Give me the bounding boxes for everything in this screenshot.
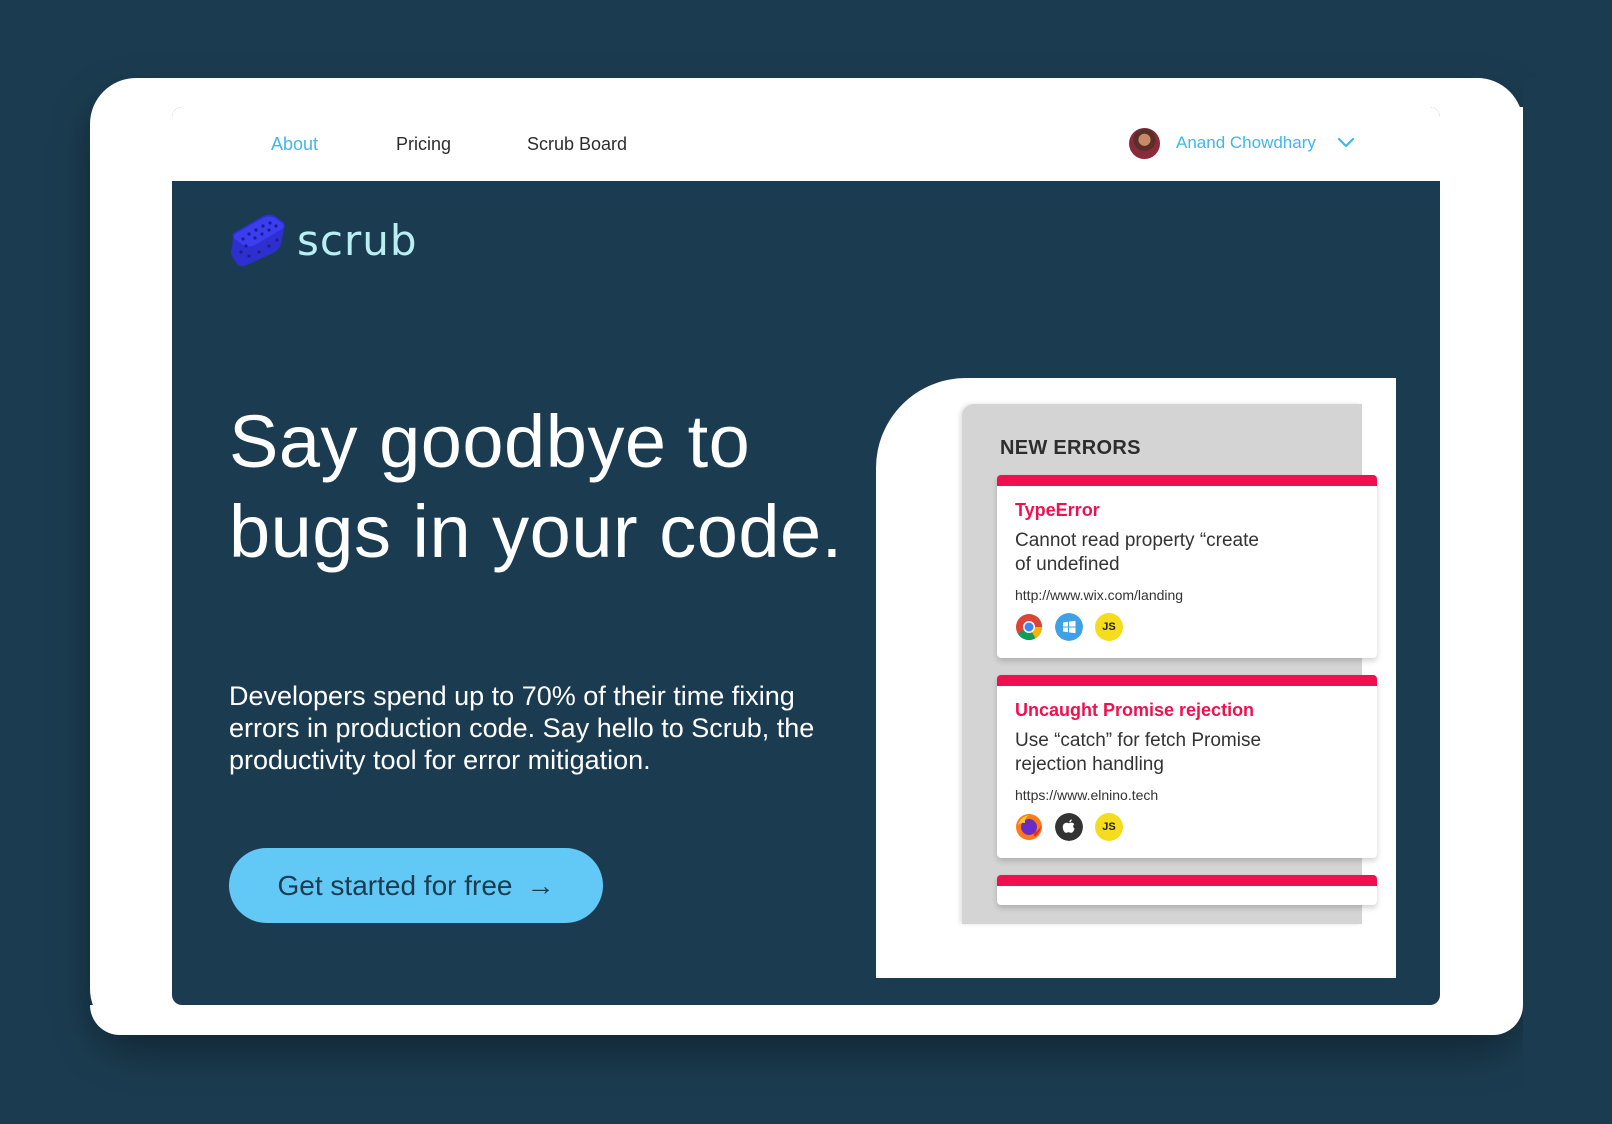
error-message-line-1: Cannot read property “create <box>1015 530 1259 551</box>
arrow-right-icon: → <box>526 869 555 901</box>
firefox-icon <box>1016 814 1042 840</box>
error-title: TypeError <box>1015 500 1100 520</box>
outer-background-right <box>1523 78 1612 1124</box>
headline-line-2: bugs in your code. <box>229 490 843 573</box>
error-message-line-2: rejection handling <box>1015 754 1164 775</box>
error-message: Use “catch” for fetch Promise rejection … <box>1015 729 1285 777</box>
cta-label: Get started for free <box>277 869 513 901</box>
error-url: https://www.elnino.tech <box>1015 787 1159 803</box>
top-navbar: About Pricing Scrub Board Anand Chowdhar… <box>172 107 1440 181</box>
avatar <box>1129 127 1160 159</box>
sponge-icon <box>231 214 285 267</box>
chevron-down-icon <box>1337 138 1354 148</box>
error-card[interactable]: TypeError Cannot read property “create o… <box>997 475 1377 658</box>
hero-subtext: Developers spend up to 70% of their time… <box>229 680 889 776</box>
subtext-line-2: errors in production code. Say hello to … <box>229 713 815 743</box>
get-started-button[interactable]: Get started for free → <box>229 848 603 923</box>
user-menu[interactable]: Anand Chowdhary <box>1129 125 1354 161</box>
apple-icon <box>1055 813 1083 841</box>
subtext-line-1: Developers spend up to 70% of their time… <box>229 681 795 711</box>
windows-icon <box>1055 613 1083 641</box>
error-card[interactable] <box>997 875 1377 905</box>
errors-panel-title: NEW ERRORS <box>1000 437 1141 459</box>
headline-line-1: Say goodbye to <box>229 400 751 483</box>
error-url: http://www.wix.com/landing <box>1015 587 1184 603</box>
brand-name: scrub <box>297 215 418 265</box>
error-platform-icons: JS <box>1015 813 1123 841</box>
subtext-line-3: productivity tool for error mitigation. <box>229 745 651 775</box>
error-platform-icons: JS <box>1015 613 1123 641</box>
error-card[interactable]: Uncaught Promise rejection Use “catch” f… <box>997 675 1377 858</box>
nav-link-scrub-board[interactable]: Scrub Board <box>527 134 627 155</box>
chrome-icon <box>1016 614 1043 641</box>
error-message: Cannot read property “create of undefine… <box>1015 529 1285 577</box>
user-name: Anand Chowdhary <box>1176 133 1316 152</box>
device-bezel-bottom-edge <box>90 1005 1523 1035</box>
brand-logo[interactable]: scrub <box>229 212 418 268</box>
error-message-line-1: Use “catch” for fetch Promise <box>1015 730 1262 751</box>
javascript-icon: JS <box>1095 613 1123 641</box>
nav-link-pricing[interactable]: Pricing <box>396 134 451 155</box>
error-title: Uncaught Promise rejection <box>1015 700 1255 720</box>
device-bezel-right-edge <box>1450 78 1523 1035</box>
hero-headline: Say goodbye to bugs in your code. <box>229 397 989 577</box>
javascript-icon: JS <box>1095 813 1123 841</box>
error-message-line-2: of undefined <box>1015 554 1120 575</box>
nav-link-about[interactable]: About <box>271 134 318 155</box>
